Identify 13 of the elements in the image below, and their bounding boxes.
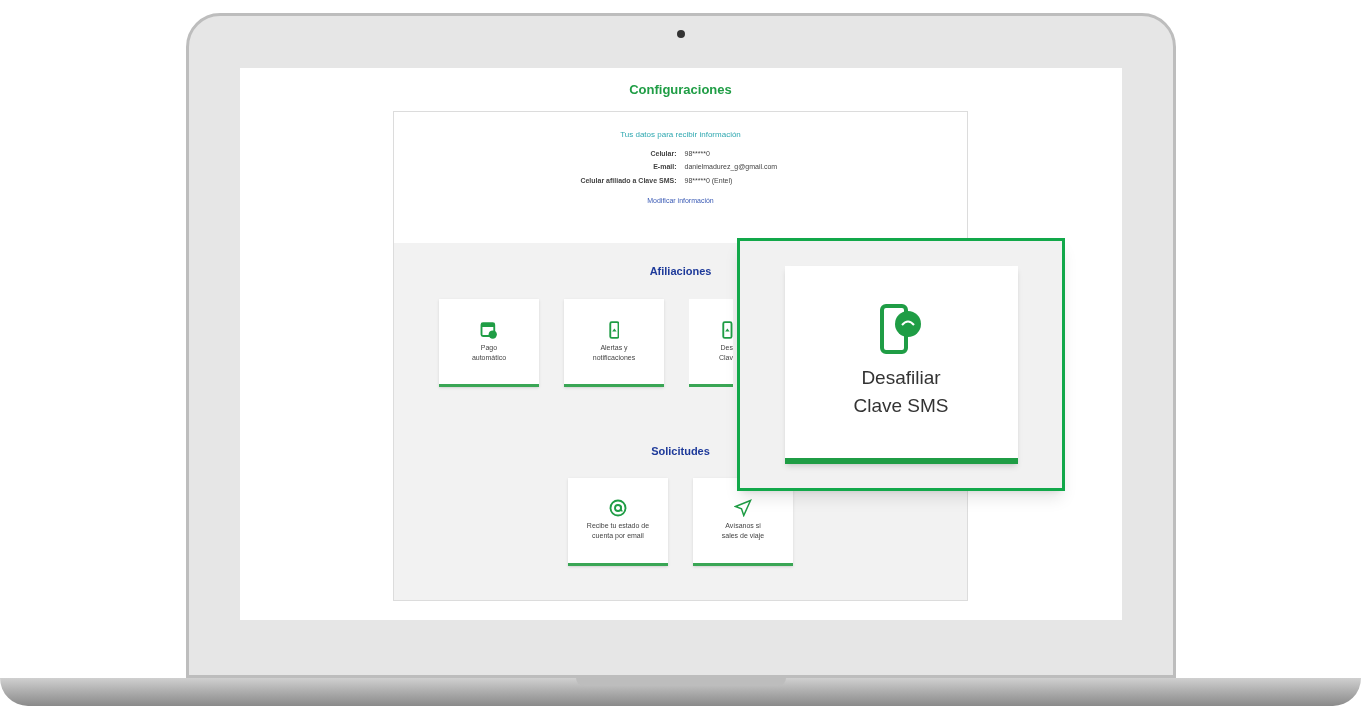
section-title: Solicitudes	[651, 444, 710, 459]
phone-icon	[608, 320, 620, 339]
paper-plane-icon	[734, 499, 752, 517]
callout-tile[interactable]: Desafiliar Clave SMS	[784, 265, 1018, 464]
at-sign-icon	[609, 499, 627, 517]
info-heading: Tus datos para recibir información	[620, 128, 741, 141]
callout-label: Desafiliar	[861, 365, 941, 390]
phone-icon	[722, 320, 733, 339]
page-title: Configuraciones	[629, 81, 732, 99]
section-title: Afiliaciones	[649, 263, 712, 279]
phone-check-icon	[878, 303, 924, 356]
calendar-icon	[480, 320, 498, 339]
callout-label: Clave SMS	[853, 393, 949, 418]
